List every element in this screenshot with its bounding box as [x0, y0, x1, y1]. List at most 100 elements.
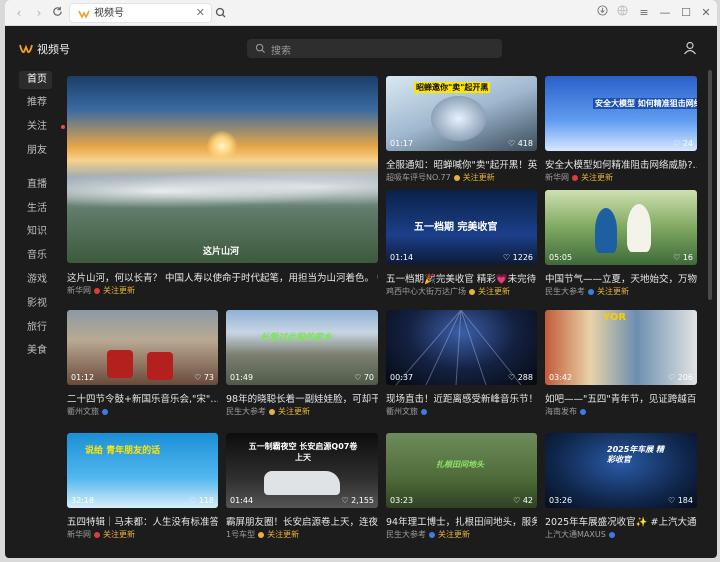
featured-video-card[interactable]: 这片山河 这片山河，何以长青？ 中国人寿以使命于时代起笔，用担当为山河着色。 每… — [67, 76, 378, 298]
video-thumbnail[interactable]: 安全大模型 如何精准狙击网络威胁? ♡ 24 — [545, 76, 697, 151]
search-input[interactable]: 搜索 — [247, 39, 502, 58]
video-thumbnail[interactable]: 扎根田间地头 03:23 ♡ 42 — [386, 433, 537, 508]
video-card[interactable]: 五一档期 完美收官 01:14 ♡ 1226 五一档期🎉完美收官 精彩💗未完待…… — [386, 190, 537, 298]
sidebar-item-knowledge[interactable]: 知识 — [19, 223, 52, 241]
video-title[interactable]: 2025年车展盛况收官✨ #上汽大通… — [545, 514, 697, 528]
video-card[interactable]: 昭蝉邀你"卖"起开黑 01:17 ♡ 418 全服通知：昭蝉喊你"卖"起开黑！英… — [386, 76, 537, 183]
author-name[interactable]: 上汽大通MAXUS — [545, 529, 606, 540]
menu-icon[interactable]: ≡ — [636, 5, 652, 21]
video-title[interactable]: 安全大模型如何精准阻击网络威胁?… — [545, 157, 697, 171]
video-card[interactable]: 扎根田间地头 03:23 ♡ 42 94年理工博士，扎根田间地头，服务… 民生大… — [386, 433, 537, 543]
sidebar-item-games[interactable]: 游戏 — [19, 271, 52, 289]
tab-close-icon[interactable]: ✕ — [196, 6, 205, 19]
video-title[interactable]: 全服通知：昭蝉喊你"卖"起开黑！英… — [386, 157, 537, 171]
video-title[interactable]: 现场直击！近距离感受新峰音乐节！… — [386, 391, 537, 405]
video-title[interactable]: 霸屏朋友圈！长安启源卷上天，连夜… — [226, 514, 378, 528]
author-name[interactable]: 衢州文旅 — [67, 406, 99, 417]
sidebar-item-music[interactable]: 音乐 — [19, 247, 52, 265]
sidebar-item-friends[interactable]: 朋友 — [19, 142, 52, 160]
author-name[interactable]: 新华网 — [545, 172, 569, 183]
sidebar-item-food[interactable]: 美食 — [19, 342, 52, 360]
author-name[interactable]: 民生大参考 — [386, 529, 426, 540]
video-title[interactable]: 五四特辑｜马未都：人生没有标准答… — [67, 514, 218, 528]
video-thumbnail[interactable]: 05:05 ♡ 16 — [545, 190, 697, 265]
scrollbar[interactable] — [708, 70, 712, 300]
thumbnail-caption: 长看过此般的家乡 — [260, 333, 333, 343]
peacock-shape — [595, 208, 617, 253]
globe-icon[interactable] — [614, 5, 630, 21]
forward-icon[interactable]: › — [31, 5, 47, 21]
sidebar-item-recommend[interactable]: 推荐 — [19, 94, 52, 112]
video-thumbnail[interactable]: 2025年车展 精彩收官 03:26 ♡ 184 — [545, 433, 697, 508]
author-name[interactable]: 1号车型 — [226, 529, 255, 540]
author-name[interactable]: 衢州文旅 — [386, 406, 418, 417]
sidebar-item-live[interactable]: 直播 — [19, 176, 52, 194]
sidebar-item-home[interactable]: 首页 — [19, 71, 52, 89]
video-title[interactable]: 如吧——"五四"青年节，见证跨越百… — [545, 391, 697, 405]
author-name[interactable]: 民生大参考 — [545, 286, 585, 297]
reload-icon[interactable] — [49, 5, 65, 21]
video-card[interactable]: YOR 03:42 ♡ 206 如吧——"五四"青年节，见证跨越百… 海南发布 — [545, 310, 697, 420]
close-icon[interactable]: ✕ — [698, 5, 714, 21]
video-thumbnail[interactable]: 长看过此般的家乡 01:49 ♡ 70 — [226, 310, 378, 385]
video-card[interactable]: 长看过此般的家乡 01:49 ♡ 70 98年的晓聪长着一副娃娃脸，可却干… 民… — [226, 310, 378, 420]
video-meta: 新华网 关注更新 — [545, 172, 613, 183]
video-card[interactable]: 安全大模型 如何精准狙击网络威胁? ♡ 24 安全大模型如何精准阻击网络威胁?…… — [545, 76, 697, 183]
tab-address[interactable]: 视频号 ✕ — [69, 3, 212, 23]
video-duration: 01:14 — [390, 253, 414, 262]
minimize-icon[interactable]: — — [657, 5, 673, 21]
video-thumbnail[interactable]: 昭蝉邀你"卖"起开黑 01:17 ♡ 418 — [386, 76, 537, 151]
download-icon[interactable] — [594, 5, 610, 21]
app-logo[interactable]: 视频号 — [19, 41, 70, 57]
like-count: ♡ 184 — [668, 496, 693, 505]
video-thumbnail[interactable]: 01:12 ♡ 73 — [67, 310, 218, 385]
thumbnail-caption: 这片山河 — [203, 247, 240, 257]
video-card[interactable]: 五一制霸夜空 长安启源Q07卷上天 01:44 ♡ 2,155 霸屏朋友圈！长安… — [226, 433, 378, 543]
video-thumbnail[interactable]: 五一制霸夜空 长安启源Q07卷上天 01:44 ♡ 2,155 — [226, 433, 378, 508]
like-count: ♡ 16 — [673, 253, 693, 262]
author-name[interactable]: 新华网 — [67, 285, 91, 296]
verified-badge-icon — [572, 174, 578, 181]
author-name[interactable]: 海南发布 — [545, 406, 577, 417]
car-shape — [264, 471, 340, 495]
search-icon[interactable] — [213, 5, 229, 21]
video-card[interactable]: 00:37 ♡ 288 现场直击！近距离感受新峰音乐节！… 衢州文旅 — [386, 310, 537, 420]
thumbnail-caption: 扎根田间地头 — [436, 460, 484, 469]
author-name[interactable]: 鸡西中心大街万达广场 — [386, 286, 466, 297]
sidebar-item-life[interactable]: 生活 — [19, 200, 52, 218]
update-tag: 关注更新 — [278, 407, 310, 416]
author-name[interactable]: 民生大参考 — [226, 406, 266, 417]
sidebar-item-follow[interactable]: 关注 — [19, 118, 65, 136]
video-title[interactable]: 二十四节令鼓+新国乐音乐会,"宋"… — [67, 391, 218, 405]
maximize-icon[interactable]: ☐ — [678, 5, 694, 21]
video-duration: 32:18 — [71, 496, 95, 505]
video-title[interactable]: 五一档期🎉完美收官 精彩💗未完待… — [386, 271, 537, 285]
like-count: ♡ 73 — [194, 373, 214, 382]
sidebar-item-movies[interactable]: 影视 — [19, 295, 52, 313]
back-icon[interactable]: ‹ — [11, 5, 27, 21]
user-icon[interactable] — [682, 40, 698, 56]
notification-dot — [61, 125, 65, 129]
video-duration: 05:05 — [549, 253, 573, 262]
author-name[interactable]: 超吸车评号NO.77 — [386, 172, 451, 183]
video-card[interactable]: 说给 青年朋友的话 32:18 ♡ 118 五四特辑｜马未都：人生没有标准答… … — [67, 433, 218, 543]
sidebar-item-travel[interactable]: 旅行 — [19, 319, 52, 337]
video-card[interactable]: 2025年车展 精彩收官 03:26 ♡ 184 2025年车展盛况收官✨ #上… — [545, 433, 697, 543]
video-meta: 上汽大通MAXUS — [545, 529, 618, 540]
video-title[interactable]: 这片山河，何以长青？ 中国人寿以使命于时代起笔，用担当为山河着色。 每… — [67, 270, 378, 284]
video-thumbnail[interactable]: 五一档期 完美收官 01:14 ♡ 1226 — [386, 190, 537, 265]
video-title[interactable]: 98年的晓聪长着一副娃娃脸，可却干… — [226, 391, 378, 405]
author-name[interactable]: 新华网 — [67, 529, 91, 540]
browser-chrome: ‹ › 视频号 ✕ ≡ — ☐ ✕ — [5, 0, 717, 26]
like-count: ♡ 2,155 — [341, 496, 374, 505]
video-thumbnail[interactable]: 00:37 ♡ 288 — [386, 310, 537, 385]
like-count: ♡ 42 — [513, 496, 533, 505]
video-title[interactable]: 中国节气——立夏，天地始交，万物… — [545, 271, 697, 285]
video-card[interactable]: 01:12 ♡ 73 二十四节令鼓+新国乐音乐会,"宋"… 衢州文旅 — [67, 310, 218, 420]
video-thumbnail[interactable]: 这片山河 — [67, 76, 378, 263]
star-badge-icon — [258, 531, 265, 538]
video-thumbnail[interactable]: 说给 青年朋友的话 32:18 ♡ 118 — [67, 433, 218, 508]
video-title[interactable]: 94年理工博士，扎根田间地头，服务… — [386, 514, 537, 528]
video-thumbnail[interactable]: YOR 03:42 ♡ 206 — [545, 310, 697, 385]
video-card[interactable]: 05:05 ♡ 16 中国节气——立夏，天地始交，万物… 民生大参考 关注更新 — [545, 190, 697, 298]
